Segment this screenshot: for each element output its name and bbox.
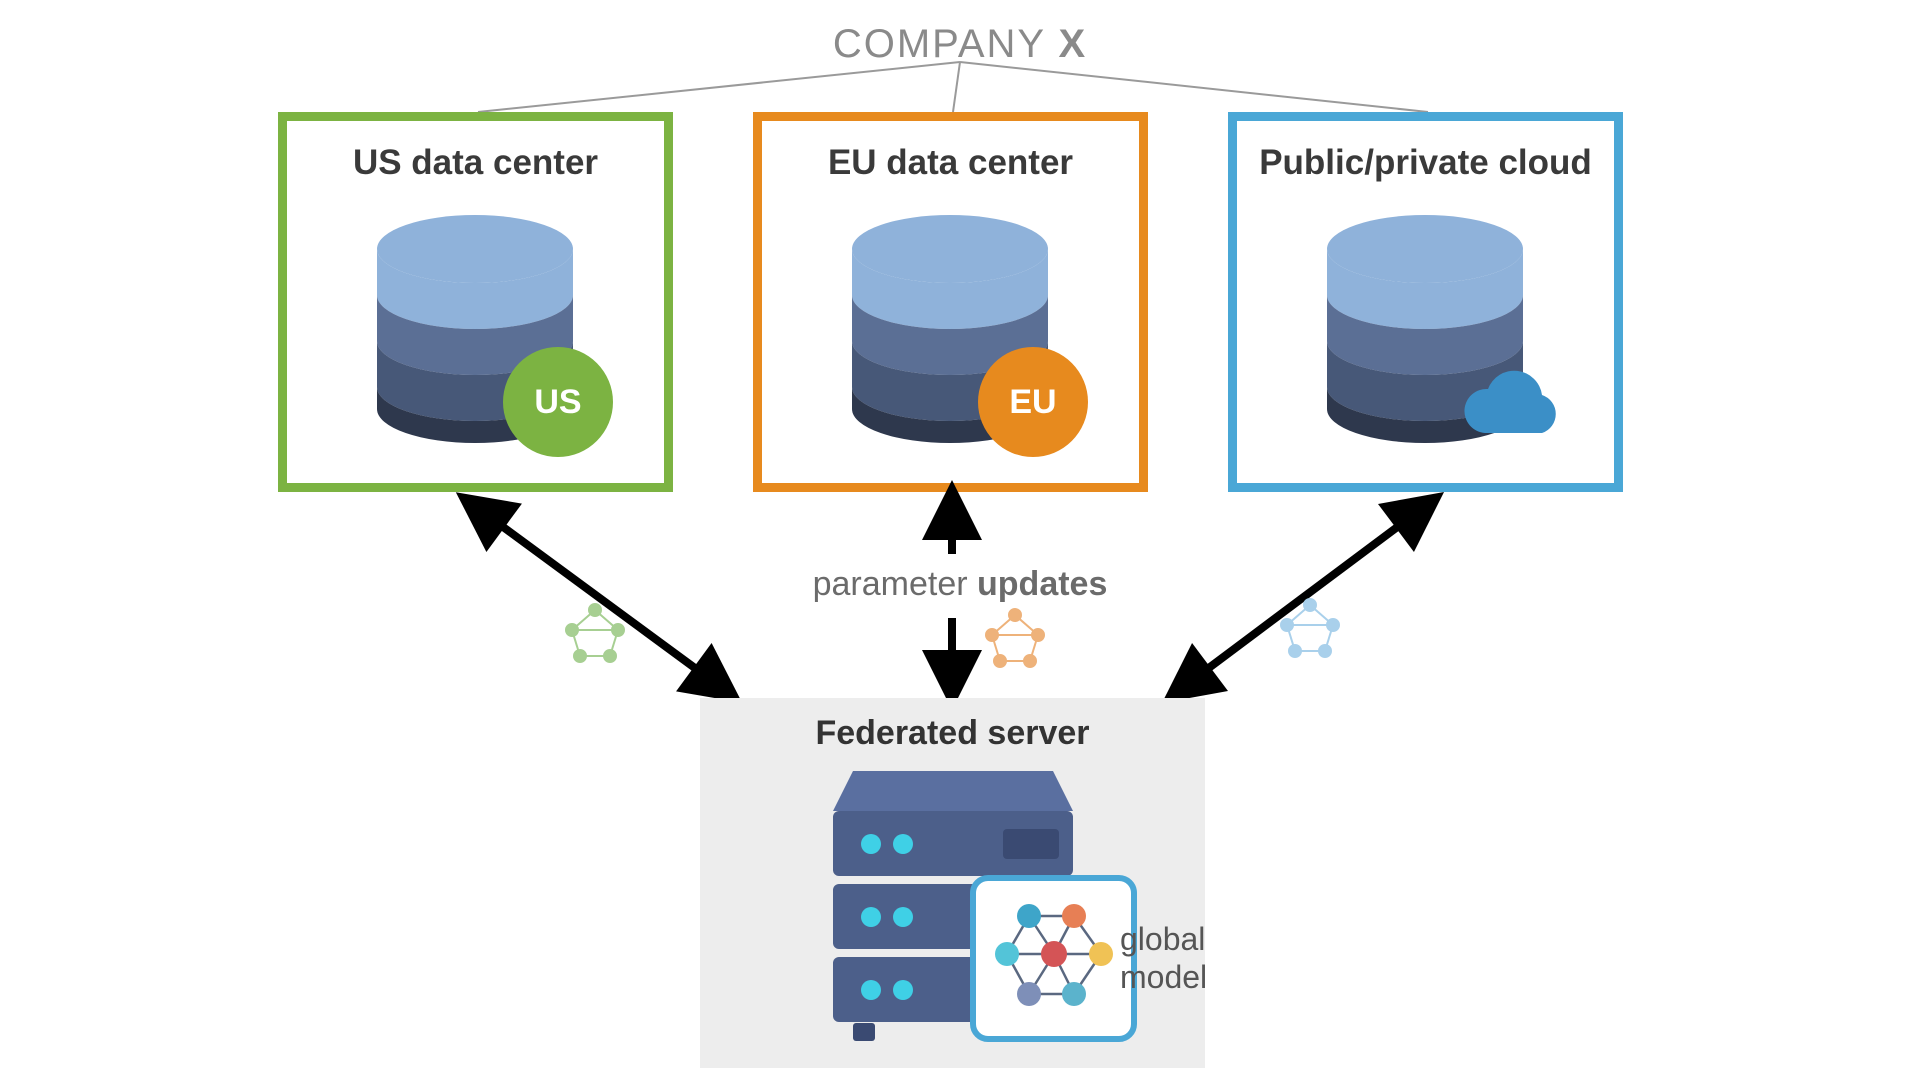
model-mini-icon-us — [560, 600, 630, 670]
global-model-label: global model — [1120, 920, 1207, 996]
global-model-icon — [989, 894, 1119, 1024]
parameter-updates-label: parameter updates — [0, 565, 1920, 604]
model-mini-icon-cloud — [1275, 595, 1345, 665]
federated-title: Federated server — [700, 714, 1205, 753]
model-mini-icon-eu — [980, 605, 1050, 675]
global-model-card — [970, 875, 1137, 1042]
